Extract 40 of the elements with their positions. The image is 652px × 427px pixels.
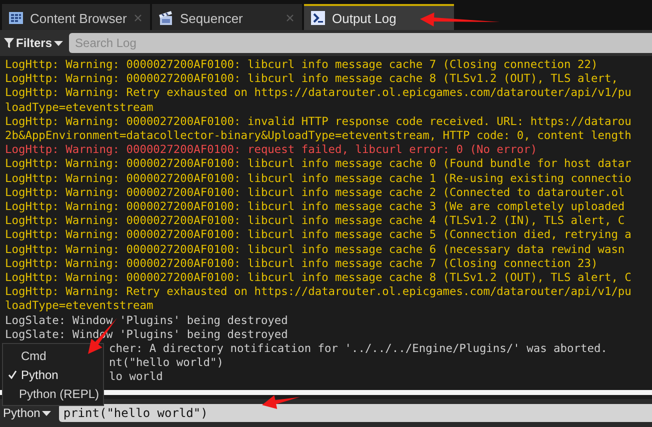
search-field[interactable]: Search Log [69, 33, 652, 53]
log-line: LogHttp: Warning: 0000027200AF0100: libcurl info message cache 2 (Connected to datarouter.ol [5, 186, 625, 200]
checkmark-icon [8, 370, 16, 379]
tab[interactable]: Output Log [304, 4, 454, 30]
funnel-icon [4, 38, 14, 48]
log-line: LogHttp: Warning: 0000027200AF0100: request failed, libcurl error: 0 (No error) [5, 143, 538, 158]
log-line: LogHttp: Warning: 0000027200AF0100: libcurl info message cache 3 (We are completely uploaded [5, 200, 625, 214]
tab[interactable]: Sequencer [152, 4, 302, 30]
log-line: LogSlate: Window 'Plugins' being destroyed [5, 314, 288, 328]
menu-item[interactable]: Python [3, 365, 103, 384]
log-line: LogHttp: Warning: 0000027200AF0100: libcurl info message cache 5 (Connection died, retrying a [5, 228, 632, 243]
log-line: 2b&AppEnvironment=datacollector-binary&UploadType=eteventstream, HTTP code: 0, content length [5, 129, 632, 144]
log-line: LogHttp: Warning: 0000027200AF0100: libcurl info message cache 8 (TLSv1.2 (OUT), TLS alert, C [5, 271, 632, 286]
log-line: LogHttp: Warning: Retry exhausted on https://datarouter.ol.epicgames.com/datarouter/api/v1/pu [5, 86, 632, 101]
log-line: LogHttp: Warning: 0000027200AF0100: libcurl info message cache 7 (Closing connection 23) [5, 256, 598, 272]
log-line: lo world [109, 370, 163, 385]
tab[interactable]: Content Browser [2, 4, 150, 30]
log-line: loadType=eteventstream [5, 100, 154, 115]
menu-item[interactable]: Python (REPL) [3, 384, 103, 403]
log-line: LogHttp: Warning: 0000027200AF0100: libcurl info message cache 0 (Found bundle for host datar [5, 157, 632, 172]
log-line: cher: A directory notification for '../../../Engine/Plugins/' was aborted. [109, 342, 608, 356]
log-line: LogHttp: Warning: Retry exhausted on https://datarouter.ol.epicgames.com/datarouter/api/v1/pu [5, 285, 632, 300]
interpreter-dropdown[interactable]: Python [3, 406, 52, 420]
clapperboard-icon [158, 10, 174, 26]
log-line: LogHttp: Warning: 0000027200AF0100: libcurl info message cache 4 (TLSv1.2 (IN), TLS alert, C [5, 214, 625, 228]
terminal-icon [310, 10, 326, 26]
log-line: loadType=eteventstream [5, 299, 154, 314]
log-line: nt("hello world") [109, 356, 224, 370]
grid-icon [8, 10, 24, 26]
annotation-arrow [262, 395, 300, 409]
caret-icon [42, 410, 52, 416]
log-line: LogHttp: Warning: 0000027200AF0100: libcurl info message cache 6 (necessary data rewind wasn [5, 242, 625, 257]
filters-button[interactable]: Filters [4, 36, 64, 50]
log-line: LogHttp: Warning: 0000027200AF0100: libcurl info message cache 8 (TLSv1.2 (OUT), TLS alert, [5, 72, 618, 86]
caret-icon [54, 40, 64, 46]
command-field[interactable]: print("hello world") [59, 404, 652, 422]
log-line: LogHttp: Warning: 0000027200AF0100: invalid HTTP response code received. URL: https://datarou [5, 114, 632, 130]
log-line: LogHttp: Warning: 0000027200AF0100: libcurl info message cache 7 (Closing connection 22) [5, 58, 598, 72]
log-line: LogHttp: Warning: 0000027200AF0100: libcurl info message cache 1 (Re-using existing connectio [5, 172, 632, 186]
menu-item[interactable]: Cmd [3, 346, 103, 365]
